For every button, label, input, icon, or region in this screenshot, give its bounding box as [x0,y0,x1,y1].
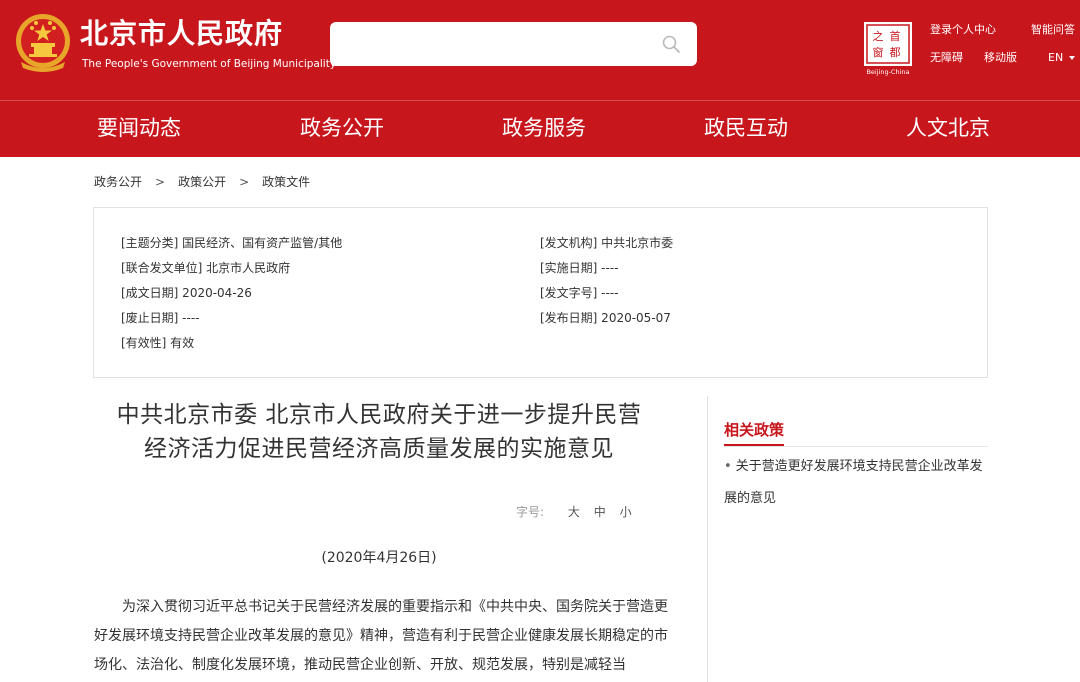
main-nav: 要闻动态 政务公开 政务服务 政民互动 人文北京 [0,101,1080,157]
meta-publish-date: [发布日期] 2020-05-07 [540,311,671,325]
font-size-small-button[interactable]: 小 [620,505,632,519]
meta-doc-number: [发文字号] ---- [540,286,619,300]
article-title: 中共北京市委 北京市人民政府关于进一步提升民营 经济活力促进民营经济高质量发展的… [94,398,664,466]
breadcrumb-item[interactable]: 政务公开 [94,175,142,189]
capital-logo-char: 都 [890,46,901,59]
capital-window-logo[interactable]: 首 都 之 窗 Beijing-China [862,20,914,76]
nav-item-culture[interactable]: 人文北京 [906,113,990,143]
national-emblem-icon[interactable] [13,12,73,74]
font-size-medium-button[interactable]: 中 [594,505,606,519]
search-icon[interactable] [661,34,681,54]
sidebar-divider [707,396,708,682]
site-subtitle: The People's Government of Beijing Munic… [82,58,337,70]
meta-expiry-date: [废止日期] ---- [121,311,200,325]
article-title-line: 中共北京市委 北京市人民政府关于进一步提升民营 [116,402,642,428]
related-title-underline [724,446,988,447]
site-title[interactable]: 北京市人民政府 [80,14,283,54]
meta-co-issuer: [联合发文单位] 北京市人民政府 [121,261,291,275]
search-input[interactable] [330,22,697,66]
accessibility-link[interactable]: 无障碍 [930,51,963,65]
chevron-down-icon [1069,56,1076,60]
login-link[interactable]: 登录个人中心 [930,23,996,37]
article-body: 为深入贯彻习近平总书记关于民营经济发展的重要指示和《中共中央、国务院关于营造更好… [94,599,668,673]
font-size-label: 字号: [516,505,545,519]
font-size-large-button[interactable]: 大 [568,505,580,519]
article-date: (2020年4月26日) [321,550,437,566]
related-policies-title: 相关政策 [724,420,785,446]
breadcrumb-separator: > [155,175,166,189]
breadcrumb-item[interactable]: 政策文件 [262,175,310,189]
meta-issuer: [发文机构] 中共北京市委 [540,236,674,250]
bullet-icon: • [724,459,732,474]
capital-logo-char: 首 [890,29,901,43]
document-metadata-panel: [主题分类] 国民经济、国有资产监管/其他 [发文机构] 中共北京市委 [联合发… [93,207,988,378]
language-label: EN [1048,51,1064,64]
capital-logo-char: 之 [873,29,884,43]
nav-item-gov-affairs[interactable]: 政务公开 [300,113,384,143]
site-header: 北京市人民政府 The People's Government of Beiji… [0,0,1080,157]
breadcrumb-item[interactable]: 政策公开 [178,175,226,189]
meta-written-date: [成文日期] 2020-04-26 [121,286,252,300]
mobile-version-link[interactable]: 移动版 [984,51,1017,65]
capital-logo-caption: Beijing-China [866,68,909,76]
meta-effective-date: [实施日期] ---- [540,261,619,275]
nav-item-services[interactable]: 政务服务 [502,113,586,143]
smart-qa-link[interactable]: 智能问答 [1031,23,1075,37]
breadcrumb: 政务公开 > 政策公开 > 政策文件 [94,174,310,190]
nav-item-interaction[interactable]: 政民互动 [704,113,788,143]
article-title-line: 经济活力促进民营经济高质量发展的实施意见 [144,436,614,462]
nav-item-news[interactable]: 要闻动态 [97,113,181,143]
breadcrumb-separator: > [239,175,250,189]
meta-validity: [有效性] 有效 [121,336,195,350]
font-size-control: 字号: 大 中 小 [516,503,632,520]
meta-topic: [主题分类] 国民经济、国有资产监管/其他 [121,236,343,250]
related-policy-label: 关于营造更好发展环境支持民营企业改革发展的意见 [724,459,983,506]
related-policy-link[interactable]: • 关于营造更好发展环境支持民营企业改革发展的意见 [724,451,988,515]
language-select[interactable]: EN [1048,51,1076,64]
capital-logo-char: 窗 [873,45,884,59]
